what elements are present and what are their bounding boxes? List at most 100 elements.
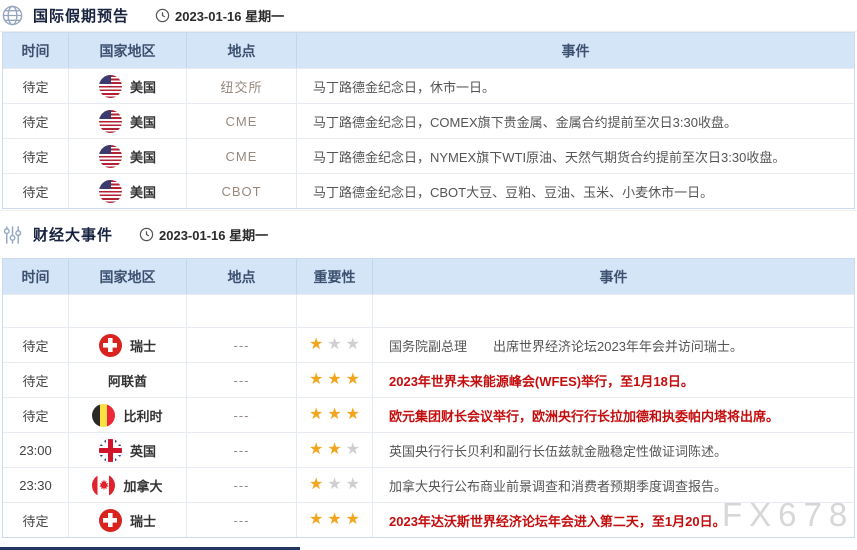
importance-stars: ★ ★ ★ [297, 433, 373, 467]
table-row: 待定 瑞士 --- ★ ★ ★ 国务院副总理 出席世界经济论坛2023年年会并访问瑞… [3, 327, 854, 362]
holiday-section-header: 国际假期预告 2023-01-16 星期一 [0, 0, 857, 32]
event-cell: 马丁路德金纪念日，COMEX旗下贵金属、金属合约提前至次日3:30收盘。 [313, 114, 737, 130]
event-cell: 马丁路德金纪念日，CBOT大豆、豆粕、豆油、玉米、小麦休市一日。 [313, 184, 714, 200]
location-cell: --- [187, 363, 297, 397]
maple-leaf-icon [99, 479, 109, 491]
star-icon: ★ [308, 441, 324, 458]
country-name: 加拿大 [123, 478, 163, 494]
country-cell: 英国 [69, 433, 187, 467]
events-section-header: 财经大事件 2023-01-16 星期一 [0, 210, 857, 258]
star-icon: ★ [345, 336, 361, 353]
events-section-date: 2023-01-16 星期一 [139, 225, 268, 244]
location-cell: --- [187, 433, 297, 467]
switzerland-flag-icon [98, 333, 122, 357]
event-cell [373, 295, 854, 327]
event-cell: 马丁路德金纪念日，NYMEX旗下WTI原油、天然气期货合约提前至次日3:30收盘… [313, 149, 786, 165]
location-cell: --- [187, 398, 297, 432]
us-flag-icon [98, 179, 122, 203]
fx678-watermark: FX678 [722, 496, 855, 533]
holiday-table: 时间 国家地区 地点 事件 待定 美国 纽交所 马丁路德金纪念日，休市一日。 待… [2, 32, 855, 209]
holiday-date-text: 2023-01-16 星期一 [175, 9, 285, 24]
time-cell: 23:30 [3, 468, 69, 502]
col-header-time: 时间 [3, 33, 69, 68]
country-cell: 瑞士 [69, 503, 187, 537]
clock-icon [139, 227, 154, 242]
country-cell: 美国 [69, 104, 187, 138]
country-name: 美国 [129, 114, 156, 130]
col-header-importance: 重要性 [297, 259, 373, 294]
table-row: 待定 比利时 --- ★ ★ ★ 欧元集团财长会议举行，欧洲央行行长拉加德和执委帕内… [3, 397, 854, 432]
col-header-country: 国家地区 [69, 33, 187, 68]
country-cell: 美国 [69, 139, 187, 173]
clock-icon [155, 8, 170, 23]
col-header-event: 事件 [599, 268, 628, 285]
col-header-location: 地点 [187, 33, 297, 68]
faded-empty-row [3, 294, 854, 327]
time-cell: 待定 [3, 174, 69, 208]
importance-stars: ★ ★ ★ [297, 328, 373, 362]
table-row: 待定 阿联酋 --- ★ ★ ★ 2023年世界未来能源峰会(WFES)举行，至1月… [3, 362, 854, 397]
country-cell: 阿联酋 [69, 363, 187, 397]
location-cell: 纽交所 [187, 69, 297, 103]
country-name: 阿联酋 [107, 373, 147, 389]
star-icon: ★ [327, 406, 342, 423]
country-name: 英国 [129, 443, 156, 459]
country-name: 美国 [129, 184, 156, 200]
importance-stars: ★ ★ ★ [297, 363, 373, 397]
country-cell: 比利时 [69, 398, 187, 432]
country-cell [69, 295, 187, 327]
star-icon: ★ [308, 371, 324, 388]
event-cell: 英国央行行长贝利和副行长伍兹就金融稳定性做证词陈述。 [389, 443, 728, 459]
time-cell: 待定 [3, 363, 69, 397]
col-header-location: 地点 [187, 259, 297, 294]
location-cell: CME [187, 104, 297, 138]
holiday-section-date: 2023-01-16 星期一 [155, 6, 284, 25]
event-cell: 国务院副总理 出席世界经济论坛2023年年会并访问瑞士。 [389, 338, 743, 354]
events-table-header: 时间 国家地区 地点 重要性 事件 [3, 259, 854, 294]
star-icon: ★ [308, 476, 324, 493]
us-flag-icon [98, 144, 122, 168]
col-header-country: 国家地区 [69, 259, 187, 294]
location-cell: CME [187, 139, 297, 173]
table-row: 待定 美国 纽交所 马丁路德金纪念日，休市一日。 [3, 68, 854, 103]
country-name: 瑞士 [129, 513, 156, 529]
table-row: 待定 美国 CBOT 马丁路德金纪念日，CBOT大豆、豆粕、豆油、玉米、小麦休市… [3, 173, 854, 208]
holiday-table-header: 时间 国家地区 地点 事件 [3, 33, 854, 68]
holiday-section-title: 国际假期预告 [33, 8, 130, 25]
time-cell: 待定 [3, 69, 69, 103]
country-cell: 瑞士 [69, 328, 187, 362]
star-icon: ★ [345, 371, 361, 388]
table-row: 23:00 英国 --- ★ ★ ★ 英国央行行长贝利和副行长伍兹就金融稳定性做证词… [3, 432, 854, 467]
time-cell: 待定 [3, 104, 69, 138]
country-cell: 加拿大 [69, 468, 187, 502]
importance-stars: ★ ★ ★ [297, 468, 373, 502]
star-icon: ★ [308, 336, 324, 353]
table-row: 待定 美国 CME 马丁路德金纪念日，NYMEX旗下WTI原油、天然气期货合约提… [3, 138, 854, 173]
star-icon: ★ [327, 371, 342, 388]
location-cell: --- [187, 468, 297, 502]
country-name: 美国 [129, 79, 156, 95]
country-cell: 美国 [69, 69, 187, 103]
location-cell [187, 295, 297, 327]
time-cell: 23:00 [3, 433, 69, 467]
us-flag-icon [98, 109, 122, 133]
canada-flag-icon [92, 473, 116, 497]
importance-stars: ★ ★ ★ [297, 398, 373, 432]
star-icon: ★ [327, 511, 342, 528]
location-cell: CBOT [187, 174, 297, 208]
country-name: 瑞士 [129, 338, 156, 354]
location-cell: --- [187, 328, 297, 362]
time-cell: 待定 [3, 328, 69, 362]
us-flag-icon [98, 74, 122, 98]
star-icon: ★ [327, 336, 342, 353]
star-icon: ★ [345, 406, 361, 423]
belgium-flag-icon [92, 403, 116, 427]
event-cell: 2023年世界未来能源峰会(WFES)举行，至1月18日。 [389, 373, 694, 389]
star-icon: ★ [308, 511, 324, 528]
uk-flag-icon [98, 438, 122, 462]
time-cell: 待定 [3, 503, 69, 537]
star-icon: ★ [345, 476, 361, 493]
events-section-title: 财经大事件 [33, 227, 114, 244]
time-cell: 待定 [3, 398, 69, 432]
financial-calendar-page: 国际假期预告 2023-01-16 星期一 时间 国家地区 地点 事件 待定 美… [0, 0, 857, 550]
